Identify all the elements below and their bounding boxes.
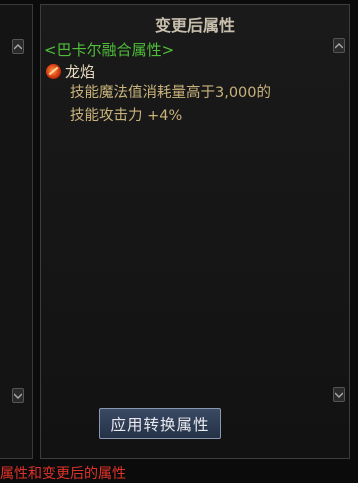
chevron-down-icon (14, 393, 22, 399)
effect-line-1: 技能魔法值消耗量高于3,000的 (70, 85, 272, 101)
skill-row: 龙焰 (46, 61, 95, 81)
left-scroll-down-button[interactable] (12, 388, 24, 403)
chevron-down-icon (335, 392, 343, 398)
chevron-up-icon (335, 42, 343, 48)
left-panel (0, 4, 33, 459)
right-scroll-down-button[interactable] (333, 387, 345, 402)
right-scroll-up-button[interactable] (333, 38, 345, 53)
apply-conversion-button[interactable]: 应用转换属性 (99, 408, 221, 439)
dragon-flame-icon (46, 63, 61, 79)
panel-title: 变更后属性 (154, 16, 235, 35)
effect-line-2: 技能攻击力 +4% (70, 108, 183, 124)
section-header: <巴卡尔融合属性> (44, 41, 175, 59)
chevron-up-icon (14, 43, 22, 49)
skill-name: 龙焰 (65, 62, 96, 81)
changed-attributes-panel: 变更后属性 <巴卡尔融合属性> 龙焰 技能魔法值消耗量高于3,000的 技能攻击… (40, 4, 350, 459)
footer-text: 属性和变更后的属性 (0, 466, 126, 482)
left-scroll-up-button[interactable] (12, 39, 24, 54)
